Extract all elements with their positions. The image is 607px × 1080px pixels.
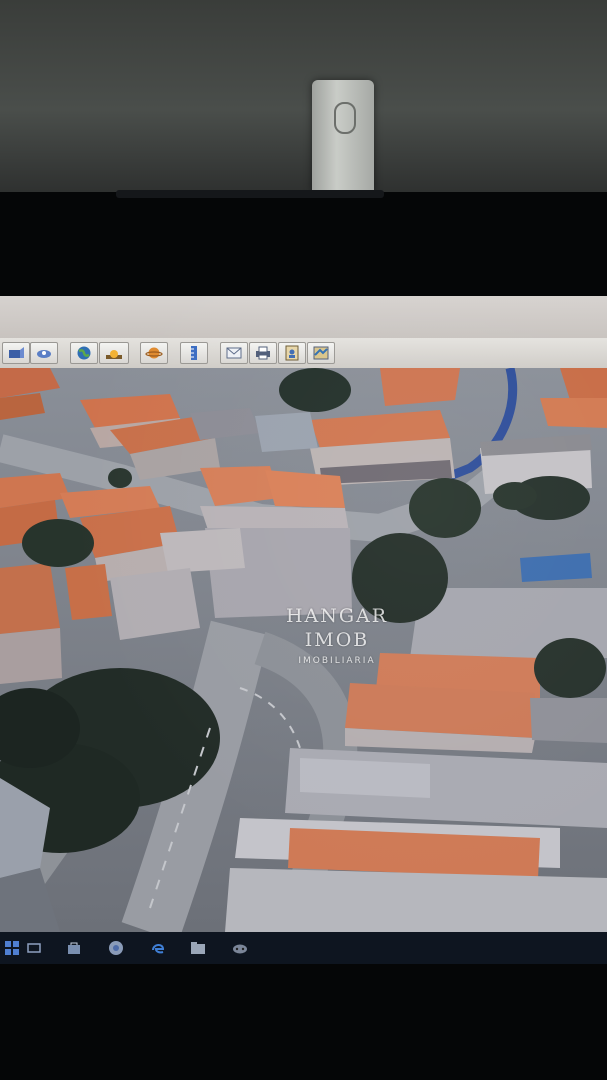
folder-icon[interactable] — [190, 940, 206, 956]
roof — [65, 564, 112, 620]
roof — [0, 563, 60, 634]
task-view-icon[interactable] — [26, 940, 42, 956]
roof — [380, 368, 460, 406]
tree — [279, 368, 351, 412]
tilt-view-icon[interactable] — [30, 342, 58, 364]
save-image-icon[interactable] — [278, 342, 306, 364]
email-icon[interactable] — [220, 342, 248, 364]
tree — [534, 638, 606, 698]
taskbar — [0, 932, 607, 964]
satellite-map-view[interactable]: HANGAR IMOB IMOBILIARIA — [0, 368, 607, 932]
watermark-line2: IMOB — [304, 629, 370, 651]
edge-icon[interactable] — [150, 940, 166, 956]
monitor-screen: HANGAR IMOB IMOBILIARIA — [0, 296, 607, 964]
webcam-lens — [334, 102, 356, 134]
toolbar — [0, 338, 607, 369]
blue-roof — [520, 553, 592, 582]
windows-start-icon[interactable] — [4, 940, 20, 956]
building-wall — [0, 628, 62, 684]
print-icon[interactable] — [249, 342, 277, 364]
window-titlebar — [0, 296, 607, 338]
background-wall — [0, 0, 607, 200]
webcam-clip — [312, 80, 374, 192]
view-icon[interactable] — [2, 342, 30, 364]
map-view-icon[interactable] — [307, 342, 335, 364]
tree — [493, 482, 537, 510]
building-wall — [255, 412, 318, 452]
tree — [409, 478, 481, 538]
roof-grey — [530, 698, 607, 743]
ruler-icon[interactable] — [180, 342, 208, 364]
roof-light — [300, 758, 430, 798]
roof — [540, 398, 607, 428]
chrome-icon[interactable] — [108, 940, 124, 956]
planet-icon[interactable] — [140, 342, 168, 364]
store-icon[interactable] — [66, 940, 82, 956]
watermark-line3: IMOBILIARIA — [298, 656, 376, 666]
watermark: HANGAR IMOB IMOBILIARIA — [262, 604, 412, 668]
watermark-line1: HANGAR — [285, 605, 389, 627]
game-icon[interactable] — [232, 940, 248, 956]
tree — [22, 519, 94, 567]
globe-icon[interactable] — [70, 342, 98, 364]
monitor-top-edge — [116, 190, 384, 198]
roof — [265, 470, 345, 508]
tree — [108, 468, 132, 488]
building-wall — [225, 868, 607, 932]
building-wall — [110, 568, 200, 640]
sunlight-icon[interactable] — [99, 342, 129, 364]
building-wall — [160, 528, 245, 573]
